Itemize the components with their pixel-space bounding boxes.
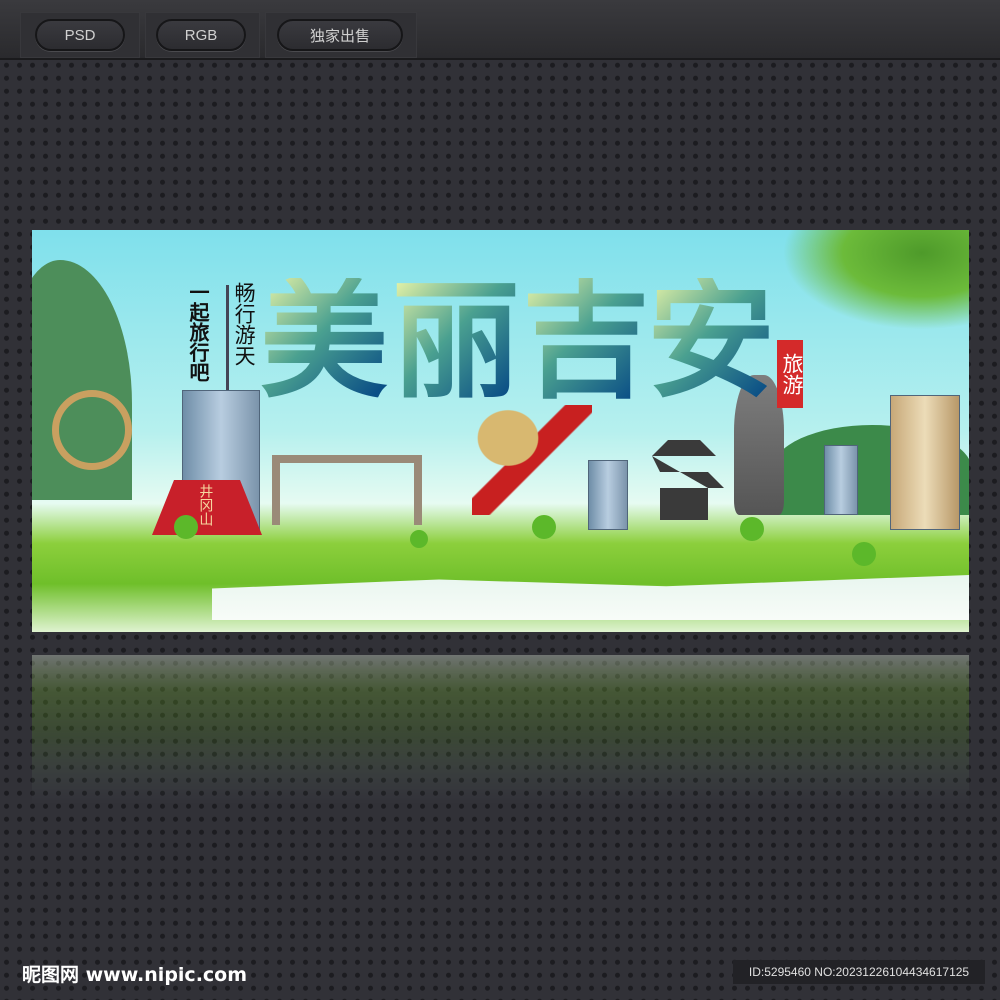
exclusive-sale-button[interactable]: 独家出售 xyxy=(277,19,403,51)
pagoda xyxy=(644,440,724,520)
banner-preview: 井冈山 一起旅行吧 畅行游天 美 丽 吉 安 旅游 xyxy=(32,230,969,632)
top-toolbar: PSD RGB 独家出售 xyxy=(0,0,1000,60)
tree-branch xyxy=(782,230,969,330)
building xyxy=(824,445,858,515)
water-reflection xyxy=(212,575,969,620)
slogan-right: 畅行游天 xyxy=(232,282,257,366)
tree xyxy=(174,515,198,539)
banner-reflection xyxy=(32,655,969,805)
psd-button[interactable]: PSD xyxy=(35,19,125,51)
ring-sculpture xyxy=(52,390,132,470)
tree xyxy=(410,530,428,548)
tree xyxy=(740,517,764,541)
stone-gate xyxy=(272,455,422,525)
tree xyxy=(532,515,556,539)
slogan-left: 一起旅行吧 xyxy=(186,282,210,382)
travel-seal: 旅游 xyxy=(777,340,804,408)
tree xyxy=(852,542,876,566)
divider-line xyxy=(226,285,229,390)
bugle-sculpture xyxy=(472,405,592,515)
title-char: 丽 xyxy=(392,267,521,416)
building xyxy=(588,460,628,530)
nipic-logo: 昵图网 www.nipic.com xyxy=(22,964,248,986)
title-char: 吉 xyxy=(522,267,651,416)
image-id-label: ID:5295460 NO:20231226104434617125 xyxy=(733,960,985,984)
rgb-button[interactable]: RGB xyxy=(156,19,246,51)
building xyxy=(890,395,960,530)
title-char: 安 xyxy=(647,267,776,416)
monument-text: 井冈山 xyxy=(197,484,214,526)
title-char: 美 xyxy=(260,267,389,416)
